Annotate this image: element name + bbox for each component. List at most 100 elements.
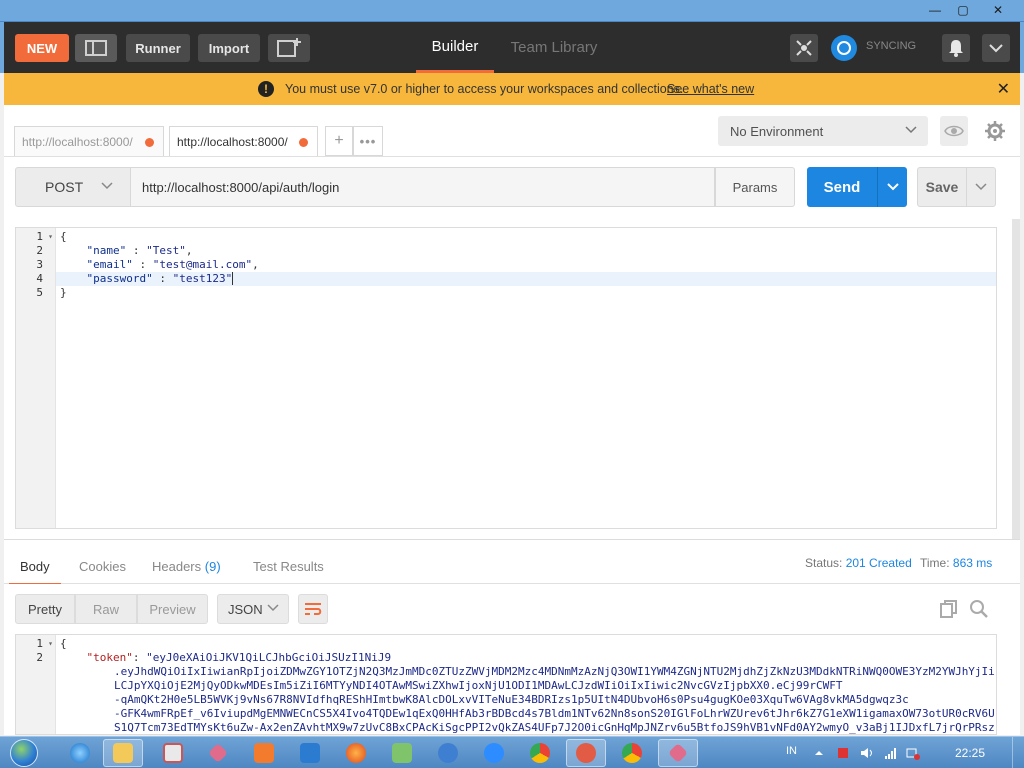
- environment-quick-look-button[interactable]: [940, 116, 968, 146]
- environment-value: No Environment: [730, 123, 824, 139]
- tab-headers[interactable]: Headers (9): [152, 559, 221, 574]
- code-line-wrapped: -qAmQKt2H0e5LB5WVKj9vNs67R8NVIdfhqREShHI…: [114, 693, 909, 706]
- warning-icon: !: [258, 81, 274, 97]
- volume-icon[interactable]: [860, 746, 874, 760]
- taskbar-app3[interactable]: [428, 739, 468, 767]
- time-value: 863 ms: [952, 556, 993, 570]
- environment-select[interactable]: No Environment: [718, 116, 928, 146]
- wrap-lines-icon: [305, 603, 322, 615]
- interceptor-button[interactable]: [790, 34, 818, 62]
- app-icon: [208, 743, 228, 763]
- taskbar-chrome2[interactable]: [612, 739, 652, 767]
- response-body-panel: 1 ▾ { 2 "token": "eyJ0eXAiOiJKV1QiLCJhbGc…: [4, 633, 1020, 735]
- view-pretty-button[interactable]: Pretty: [15, 594, 75, 624]
- line-number: 3: [36, 258, 43, 271]
- response-body-viewer[interactable]: 1 ▾ { 2 "token": "eyJ0eXAiOiJKV1QiLCJhbGc…: [15, 634, 997, 735]
- chevron-down-icon: [904, 122, 918, 139]
- response-status: Status: 201 Created: [805, 556, 912, 570]
- tab-cookies[interactable]: Cookies: [79, 559, 126, 574]
- taskbar-explorer[interactable]: [103, 739, 143, 767]
- params-button[interactable]: Params: [715, 167, 795, 207]
- send-options-button[interactable]: [877, 167, 907, 207]
- code-line: {: [60, 230, 67, 243]
- maximize-button[interactable]: ▢: [950, 1, 976, 19]
- sidebar-icon: [85, 40, 107, 56]
- windows-taskbar: IN 22:25: [0, 736, 1024, 768]
- show-desktop-button[interactable]: [1012, 737, 1024, 768]
- code-line-active: "password" : "test123": [56, 272, 996, 286]
- new-button[interactable]: NEW: [15, 34, 69, 62]
- notifications-button[interactable]: [942, 34, 970, 62]
- whats-new-link[interactable]: See what's new: [667, 82, 754, 96]
- url-input[interactable]: http://localhost:8000/api/auth/login: [131, 167, 715, 207]
- taskbar-zoom[interactable]: [474, 739, 514, 767]
- request-tab[interactable]: http://localhost:8000/: [14, 126, 164, 156]
- taskbar-app4[interactable]: [566, 739, 606, 767]
- manage-environments-button[interactable]: [980, 116, 1010, 146]
- taskbar-media[interactable]: [153, 739, 193, 767]
- taskbar-ie[interactable]: [60, 739, 100, 767]
- close-banner-button[interactable]: ✕: [997, 79, 1010, 99]
- line-number: 2: [36, 651, 43, 664]
- toggle-sidebar-button[interactable]: [75, 34, 117, 62]
- folder-icon: [113, 743, 133, 763]
- request-url-bar: POST http://localhost:8000/api/auth/logi…: [4, 157, 1020, 219]
- minimize-button[interactable]: —: [922, 1, 948, 19]
- request-tab-active[interactable]: http://localhost:8000/: [169, 126, 318, 156]
- wrap-lines-button[interactable]: [298, 594, 328, 624]
- save-options-button[interactable]: [966, 167, 996, 207]
- taskbar-postman[interactable]: [658, 739, 698, 767]
- sync-status-button[interactable]: [830, 34, 858, 62]
- runner-button[interactable]: Runner: [126, 34, 190, 62]
- search-icon[interactable]: [968, 598, 990, 620]
- taskbar-xampp[interactable]: [244, 739, 284, 767]
- save-button[interactable]: Save: [917, 167, 967, 207]
- line-number: 5: [36, 286, 43, 299]
- window-titlebar: — ▢ ✕: [0, 0, 1024, 22]
- network-icon[interactable]: [906, 746, 920, 760]
- signal-icon[interactable]: [884, 746, 898, 760]
- import-button[interactable]: Import: [198, 34, 260, 62]
- tab-team-library[interactable]: Team Library: [504, 22, 604, 73]
- format-select[interactable]: JSON: [217, 594, 289, 624]
- status-value: 201 Created: [845, 556, 912, 570]
- request-body-panel: 1 ▾ { 2 "name" : "Test", 3 "email" : "tes…: [4, 219, 1020, 539]
- more-tabs-button[interactable]: •••: [353, 126, 383, 156]
- method-select[interactable]: POST: [15, 167, 131, 207]
- chrome-icon: [530, 743, 550, 763]
- banner-message: You must use v7.0 or higher to access yo…: [285, 82, 684, 96]
- tray-app-icon[interactable]: [836, 746, 850, 760]
- settings-menu-button[interactable]: [982, 34, 1010, 62]
- line-number: 1 ▾: [36, 637, 53, 650]
- clock[interactable]: 22:25: [955, 746, 985, 760]
- sync-icon: [831, 35, 857, 61]
- tab-builder[interactable]: Builder: [416, 22, 494, 73]
- chrome-icon: [622, 743, 642, 763]
- taskbar-app2[interactable]: [382, 739, 422, 767]
- taskbar-firefox[interactable]: [336, 739, 376, 767]
- add-tab-button[interactable]: +: [325, 126, 353, 156]
- tab-body[interactable]: Body: [9, 559, 61, 586]
- view-raw-button[interactable]: Raw: [75, 594, 137, 624]
- request-body-editor[interactable]: 1 ▾ { 2 "name" : "Test", 3 "email" : "tes…: [15, 227, 997, 529]
- response-toolbar: Pretty Raw Preview JSON: [4, 584, 1020, 633]
- tab-test-results[interactable]: Test Results: [253, 559, 324, 574]
- code-line: {: [60, 637, 67, 650]
- copy-icon[interactable]: [938, 598, 960, 620]
- close-window-button[interactable]: ✕: [978, 1, 1018, 19]
- method-value: POST: [45, 179, 84, 195]
- view-preview-button[interactable]: Preview: [137, 594, 208, 624]
- language-indicator[interactable]: IN: [786, 745, 797, 757]
- vertical-scrollbar[interactable]: [1012, 219, 1020, 539]
- zoom-icon: [484, 743, 504, 763]
- new-window-button[interactable]: [268, 34, 310, 62]
- tray-up-arrow-icon[interactable]: [812, 746, 826, 760]
- send-button[interactable]: Send: [807, 167, 877, 207]
- code-line: }: [60, 286, 67, 299]
- start-button[interactable]: [4, 737, 44, 768]
- taskbar-app[interactable]: [198, 739, 238, 767]
- taskbar-vscode[interactable]: [290, 739, 330, 767]
- new-window-icon: [277, 38, 301, 57]
- app-icon: [576, 743, 596, 763]
- taskbar-chrome[interactable]: [520, 739, 560, 767]
